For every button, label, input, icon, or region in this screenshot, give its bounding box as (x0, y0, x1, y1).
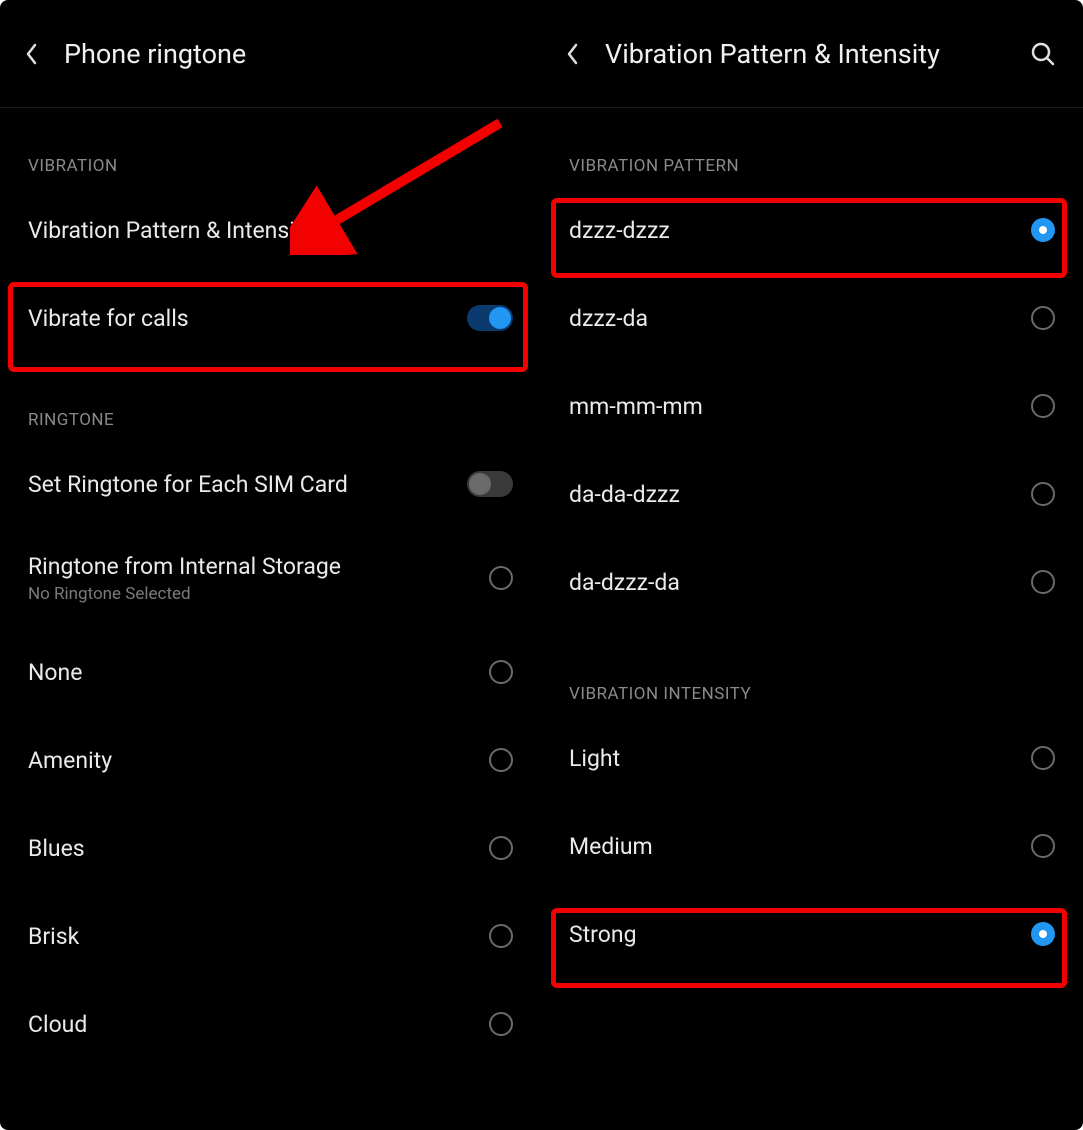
row-label: da-dzzz-da (569, 569, 1031, 596)
row-label: None (28, 659, 489, 686)
row-ringtone-from-storage[interactable]: Ringtone from Internal Storage No Ringto… (0, 528, 541, 628)
radio-intensity-medium[interactable] (1031, 834, 1055, 858)
page-title: Phone ringtone (64, 38, 517, 70)
row-set-ringtone-per-sim[interactable]: Set Ringtone for Each SIM Card (0, 440, 541, 528)
row-label: Ringtone from Internal Storage (28, 553, 489, 580)
row-label: Strong (569, 921, 1031, 948)
radio-ringtone-none[interactable] (489, 660, 513, 684)
radio-ringtone-amenity[interactable] (489, 748, 513, 772)
chevron-left-icon (24, 42, 38, 66)
radio-ringtone-from-storage[interactable] (489, 566, 513, 590)
row-label: mm-mm-mm (569, 393, 1031, 420)
screen-phone-ringtone: Phone ringtone VIBRATION Vibration Patte… (0, 0, 541, 1130)
row-label: dzzz-dzzz (569, 217, 1031, 244)
header: Vibration Pattern & Intensity (541, 0, 1083, 108)
back-button[interactable] (24, 42, 54, 66)
section-label-vibration-intensity: VIBRATION INTENSITY (541, 684, 1083, 704)
row-label: Blues (28, 835, 489, 862)
row-sublabel: No Ringtone Selected (28, 584, 489, 604)
row-label: Brisk (28, 923, 489, 950)
row-label: Medium (569, 833, 1031, 860)
search-icon (1030, 41, 1056, 67)
row-intensity-option[interactable]: Light (541, 714, 1083, 802)
radio-ringtone-brisk[interactable] (489, 924, 513, 948)
radio-intensity-strong[interactable] (1031, 922, 1055, 946)
radio-ringtone-blues[interactable] (489, 836, 513, 860)
row-pattern-option[interactable]: mm-mm-mm (541, 362, 1083, 450)
row-intensity-option[interactable]: Strong (541, 890, 1083, 978)
row-label: Light (569, 745, 1031, 772)
radio-pattern-mm-mm-mm[interactable] (1031, 394, 1055, 418)
radio-pattern-dzzz-da[interactable] (1031, 306, 1055, 330)
row-pattern-option[interactable]: dzzz-dzzz (541, 186, 1083, 274)
row-label: Vibration Pattern & Intensity (28, 217, 513, 244)
row-label: Vibrate for calls (28, 305, 467, 332)
row-pattern-option[interactable]: da-da-dzzz (541, 450, 1083, 538)
back-button[interactable] (565, 42, 595, 66)
row-label: da-da-dzzz (569, 481, 1031, 508)
row-ringtone-option[interactable]: Brisk (0, 892, 541, 980)
row-label: Amenity (28, 747, 489, 774)
row-ringtone-option[interactable]: Amenity (0, 716, 541, 804)
row-vibrate-for-calls[interactable]: Vibrate for calls (0, 274, 541, 362)
section-label-ringtone: RINGTONE (0, 410, 541, 430)
row-label: dzzz-da (569, 305, 1031, 332)
toggle-set-ringtone-per-sim[interactable] (467, 471, 513, 497)
row-label: Cloud (28, 1011, 489, 1038)
chevron-left-icon (565, 42, 579, 66)
screen-vibration-pattern-intensity: Vibration Pattern & Intensity VIBRATION … (541, 0, 1083, 1130)
radio-pattern-da-dzzz-da[interactable] (1031, 570, 1055, 594)
header: Phone ringtone (0, 0, 541, 108)
row-ringtone-option[interactable]: Blues (0, 804, 541, 892)
search-button[interactable] (1027, 41, 1059, 67)
section-label-vibration: VIBRATION (0, 156, 541, 176)
row-pattern-option[interactable]: da-dzzz-da (541, 538, 1083, 626)
row-intensity-option[interactable]: Medium (541, 802, 1083, 890)
toggle-vibrate-for-calls[interactable] (467, 305, 513, 331)
row-pattern-option[interactable]: dzzz-da (541, 274, 1083, 362)
row-ringtone-option[interactable]: None (0, 628, 541, 716)
radio-pattern-dzzz-dzzz[interactable] (1031, 218, 1055, 242)
page-title: Vibration Pattern & Intensity (605, 38, 1027, 70)
section-label-vibration-pattern: VIBRATION PATTERN (541, 156, 1083, 176)
radio-pattern-da-da-dzzz[interactable] (1031, 482, 1055, 506)
row-ringtone-option[interactable]: Cloud (0, 980, 541, 1068)
row-vibration-pattern-intensity[interactable]: Vibration Pattern & Intensity (0, 186, 541, 274)
radio-ringtone-cloud[interactable] (489, 1012, 513, 1036)
radio-intensity-light[interactable] (1031, 746, 1055, 770)
row-label: Set Ringtone for Each SIM Card (28, 471, 467, 498)
